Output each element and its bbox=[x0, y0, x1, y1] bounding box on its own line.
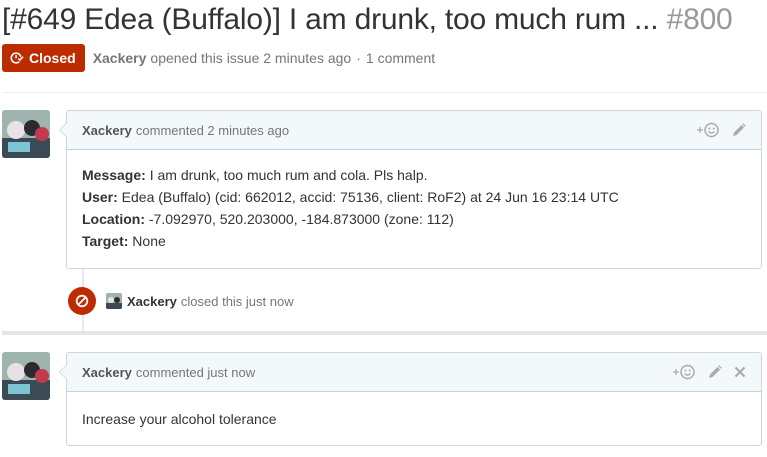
issue-title: [#649 Edea (Buffalo)] I am drunk, too mu… bbox=[2, 3, 659, 36]
comment-header: Xackery commented just now bbox=[67, 353, 761, 392]
message-line: Message: I am drunk, too much rum and co… bbox=[82, 167, 428, 183]
header-divider bbox=[2, 92, 767, 93]
comment-timestamp[interactable]: commented 2 minutes ago bbox=[136, 123, 289, 138]
add-reaction-button[interactable] bbox=[696, 122, 720, 138]
location-line: Location: -7.092970, 520.203000, -184.87… bbox=[82, 211, 454, 227]
target-line: Target: None bbox=[82, 233, 166, 249]
event-actor-link[interactable]: Xackery bbox=[127, 294, 177, 309]
close-icon bbox=[734, 366, 746, 378]
add-reaction-button[interactable] bbox=[672, 364, 696, 380]
delete-comment-button[interactable] bbox=[734, 366, 746, 378]
closed-event: Xackery closed this just now bbox=[68, 286, 294, 316]
comment-body: Increase your alcohol tolerance bbox=[67, 392, 761, 442]
comment-author-link[interactable]: Xackery bbox=[82, 365, 132, 380]
comment-header: Xackery commented 2 minutes ago bbox=[67, 111, 761, 150]
avatar[interactable] bbox=[2, 110, 50, 158]
issue-author-link[interactable]: Xackery bbox=[93, 50, 147, 66]
comment-body: Message: I am drunk, too much rum and co… bbox=[67, 150, 761, 264]
smiley-icon bbox=[673, 364, 695, 380]
comment-actions bbox=[672, 364, 746, 380]
state-badge: Closed bbox=[2, 44, 85, 72]
opened-text: opened this issue 2 minutes ago bbox=[150, 50, 352, 66]
event-avatar[interactable] bbox=[106, 293, 122, 309]
smiley-icon bbox=[697, 122, 719, 138]
comment-box: Xackery commented just now Increase your… bbox=[59, 352, 762, 446]
event-badge bbox=[68, 287, 96, 315]
pencil-icon bbox=[709, 365, 722, 378]
comment-actions bbox=[696, 122, 746, 138]
user-line: User: Edea (Buffalo) (cid: 662012, accid… bbox=[82, 189, 619, 205]
comment-author-link[interactable]: Xackery bbox=[82, 123, 132, 138]
timeline-divider bbox=[2, 331, 767, 335]
comment-text: Increase your alcohol tolerance bbox=[82, 411, 277, 427]
pencil-icon bbox=[733, 123, 746, 136]
issue-closed-icon bbox=[10, 52, 24, 64]
meta-separator: · bbox=[356, 50, 361, 66]
comment-box: Xackery commented 2 minutes ago Message:… bbox=[59, 110, 762, 269]
state-label: Closed bbox=[29, 50, 76, 66]
comment-timestamp[interactable]: commented just now bbox=[136, 365, 255, 380]
issue-number: #800 bbox=[666, 3, 733, 36]
issue-meta: Closed Xackery opened this issue 2 minut… bbox=[2, 44, 435, 72]
avatar[interactable] bbox=[2, 352, 50, 400]
edit-comment-button[interactable] bbox=[732, 123, 746, 137]
edit-comment-button[interactable] bbox=[708, 365, 722, 379]
event-text: closed this just now bbox=[180, 293, 294, 309]
circle-slash-icon bbox=[75, 294, 89, 308]
issue-title-heading: [#649 Edea (Buffalo)] I am drunk, too mu… bbox=[2, 2, 733, 38]
comment-count: 1 comment bbox=[365, 50, 436, 66]
